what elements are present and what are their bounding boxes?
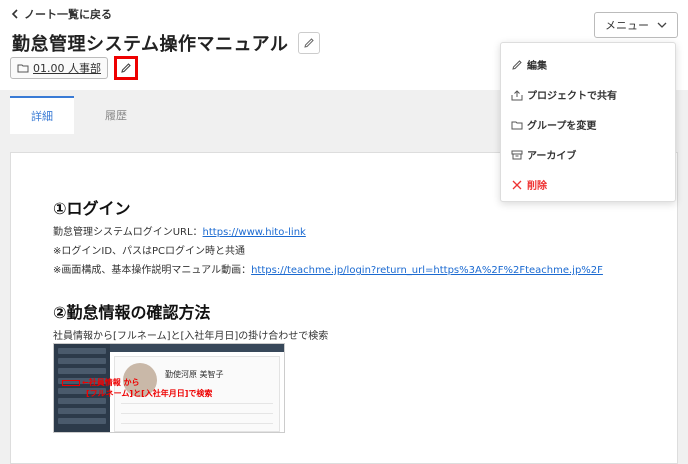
login-url-line: 勤怠管理システムログインURL：https://www.hito-link — [53, 223, 306, 238]
folder-icon — [17, 64, 29, 73]
tab-history[interactable]: 履歴 — [84, 96, 148, 134]
screenshot-person-name: 勤使河原 美智子 — [165, 370, 224, 379]
menu-item-edit-label: 編集 — [527, 61, 547, 72]
edit-title-button[interactable] — [298, 32, 321, 54]
menu-item-change-group-label: グループを変更 — [527, 121, 597, 132]
back-link-label: ノート一覧に戻る — [24, 8, 112, 21]
menu-button[interactable]: メニュー — [594, 12, 678, 38]
folder-row: 01.00 人事部 — [10, 56, 138, 80]
manual-video-line: ※画面構成、基本操作説明マニュアル動画：https://teachme.jp/l… — [53, 261, 603, 276]
screenshot-highlight-box — [62, 380, 80, 386]
title-row: 勤怠管理システム操作マニュアル — [12, 30, 321, 56]
menu-item-archive[interactable]: アーカイブ — [511, 147, 576, 162]
pencil-icon — [121, 63, 131, 73]
section-heading-attendance: ②勤怠情報の確認方法 — [53, 303, 211, 322]
embedded-screenshot: 勤使河原 美智子 ←社員情報 から [フルネーム]と[入社年月日]で検索 — [53, 343, 285, 433]
manual-video-prefix: ※画面構成、基本操作説明マニュアル動画： — [53, 265, 252, 276]
folder-label: 01.00 人事部 — [33, 62, 101, 75]
section-heading-login: ①ログイン — [53, 199, 131, 218]
screenshot-annotation-1: ←社員情報 から — [82, 378, 140, 387]
menu-item-delete[interactable]: 削除 — [511, 177, 547, 192]
close-icon — [512, 180, 522, 189]
back-to-list-link[interactable]: ノート一覧に戻る — [10, 6, 112, 22]
page-title: 勤怠管理システム操作マニュアル — [12, 34, 289, 55]
archive-icon — [511, 150, 523, 159]
login-url-prefix: 勤怠管理システムログインURL： — [53, 227, 203, 238]
manual-video-link[interactable]: https://teachme.jp/login?return_url=http… — [251, 265, 603, 276]
menu-item-archive-label: アーカイブ — [527, 151, 577, 162]
pencil-icon — [304, 38, 315, 48]
tab-details[interactable]: 詳細 — [10, 96, 74, 134]
pencil-icon — [512, 59, 522, 70]
chevron-down-icon — [657, 22, 667, 28]
share-icon — [511, 89, 523, 100]
menu-item-edit[interactable]: 編集 — [511, 57, 547, 72]
chevron-left-icon — [11, 9, 18, 19]
edit-folder-button[interactable] — [114, 56, 138, 80]
search-method-line: 社員情報から[フルネーム]と[入社年月日]の掛け合わせで検索 — [53, 331, 329, 342]
menu-item-delete-label: 削除 — [527, 181, 547, 192]
folder-chip[interactable]: 01.00 人事部 — [10, 57, 108, 79]
menu-item-share-label: プロジェクトで共有 — [527, 91, 617, 102]
menu-button-label: メニュー — [605, 19, 649, 32]
login-url-link[interactable]: https://www.hito-link — [203, 227, 306, 238]
menu-item-change-group[interactable]: グループを変更 — [511, 117, 596, 132]
screenshot-annotation-2: [フルネーム]と[入社年月日]で検索 — [86, 389, 213, 398]
folder-icon — [511, 121, 523, 129]
login-id-note: ※ログインID、パスはPCログイン時と共通 — [53, 246, 246, 257]
menu-item-share[interactable]: プロジェクトで共有 — [511, 87, 617, 102]
menu-dropdown: 編集 プロジェクトで共有 グループを変更 アーカイブ 削除 — [500, 42, 676, 202]
screenshot-topbar — [110, 344, 284, 352]
